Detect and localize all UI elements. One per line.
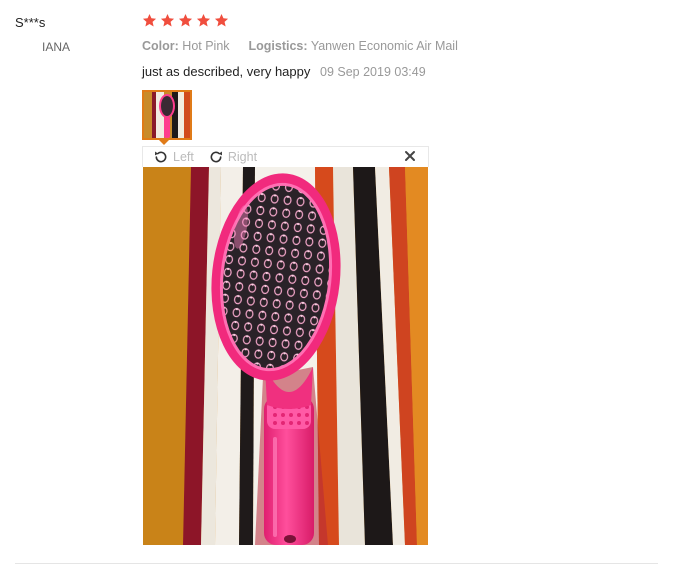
star-rating (142, 13, 229, 28)
rotate-right-label: Right (227, 150, 258, 164)
rotate-left-button[interactable]: Left (153, 149, 194, 165)
star-icon (214, 13, 229, 27)
photo-viewer: Left Right (142, 146, 429, 546)
review-photo-large (143, 167, 428, 545)
rotate-left-label: Left (173, 150, 194, 164)
review-line: just as described, very happy 09 Sep 201… (142, 64, 426, 79)
review-date: 09 Sep 2019 03:49 (320, 65, 426, 79)
logistics-value: Yanwen Economic Air Mail (310, 39, 458, 53)
thumbnail-pointer (158, 139, 170, 145)
color-label: Color: (142, 39, 179, 53)
photo-viewer-toolbar: Left Right (142, 146, 429, 167)
star-icon (160, 13, 175, 27)
rotate-left-icon (155, 151, 167, 163)
logistics-label: Logistics: (248, 39, 308, 53)
close-icon[interactable] (404, 150, 416, 162)
color-value: Hot Pink (182, 39, 230, 53)
hairbrush-thumbnail-image (144, 92, 190, 138)
rotate-right-icon (210, 151, 222, 163)
star-icon (196, 13, 211, 27)
hairbrush-photo (143, 167, 428, 545)
star-icon (178, 13, 193, 27)
rotate-right-button[interactable]: Right (208, 149, 257, 165)
reviewer-country: IANA (42, 40, 71, 54)
review-text: just as described, very happy (142, 64, 311, 79)
reviewer-name: S***s (15, 15, 46, 30)
review-divider (15, 563, 658, 564)
review-photo-thumbnail[interactable] (142, 90, 192, 140)
star-icon (142, 13, 157, 27)
order-attributes: Color: Hot Pink Logistics: Yanwen Econom… (142, 39, 458, 53)
